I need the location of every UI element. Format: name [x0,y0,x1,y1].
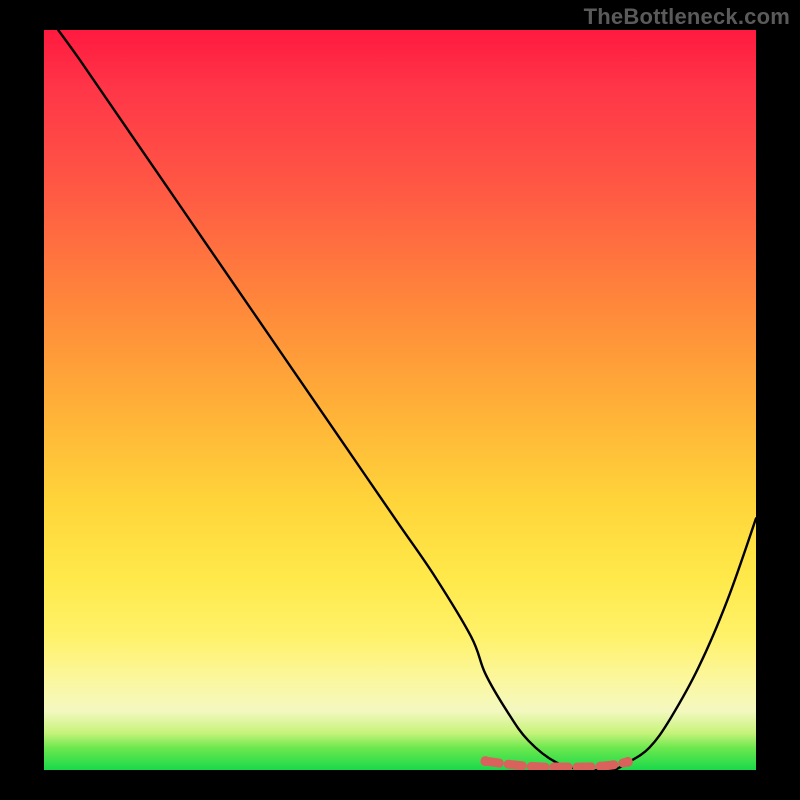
bottleneck-curve [58,30,756,770]
curve-layer [44,30,756,770]
highlight-end-cap [623,757,633,767]
chart-frame: TheBottleneck.com [0,0,800,800]
highlight-start-cap [480,756,490,766]
watermark-text: TheBottleneck.com [584,4,790,30]
plot-area [44,30,756,770]
